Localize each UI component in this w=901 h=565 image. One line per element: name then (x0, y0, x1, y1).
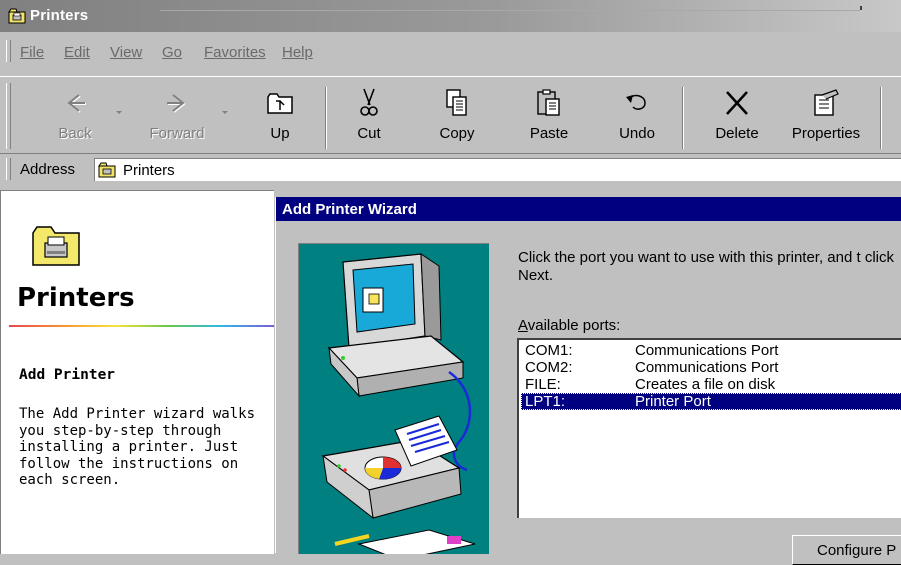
port-name: FILE: (525, 376, 561, 393)
port-description: Communications Port (635, 359, 779, 376)
cut-label: Cut (357, 125, 381, 142)
address-grip[interactable] (6, 158, 11, 180)
title-divider (160, 10, 860, 11)
title-mark (860, 6, 862, 10)
forward-button[interactable]: Forward (140, 81, 214, 149)
undo-button[interactable]: Undo (612, 81, 662, 149)
up-button[interactable]: Up (255, 81, 305, 149)
panel-subtitle: Add Printer (19, 367, 116, 383)
properties-icon (814, 89, 839, 116)
menu-help[interactable]: Help (282, 44, 313, 61)
copy-label: Copy (439, 125, 475, 142)
window-title-bar[interactable]: Printers (0, 0, 901, 32)
port-name: LPT1: (525, 393, 566, 410)
back-arrow-icon (67, 94, 86, 113)
printers-folder-icon (32, 226, 80, 266)
forward-dropdown-icon[interactable] (222, 111, 228, 114)
toolbar-separator (682, 87, 684, 149)
paste-clipboard-icon (537, 89, 560, 116)
port-row-com1[interactable]: COM1: Communications Port (521, 342, 901, 359)
back-button[interactable]: Back (40, 81, 110, 149)
paste-label: Paste (529, 125, 569, 142)
web-view-panel: Printers Add Printer The Add Printer wiz… (0, 190, 274, 554)
available-ports-label: Available ports: (518, 317, 621, 334)
back-dropdown-icon[interactable] (116, 111, 122, 114)
properties-label: Properties (791, 125, 861, 142)
panel-title: Printers (17, 283, 135, 313)
address-value: Printers (123, 162, 175, 179)
menu-bar: File Edit View Go Favorites Help (0, 38, 901, 64)
menu-file[interactable]: File (20, 44, 44, 61)
port-name: COM2: (525, 359, 573, 376)
add-printer-wizard-dialog: Add Printer Wizard Click the port you wa… (275, 197, 901, 565)
available-ports-listbox[interactable]: COM1: Communications Port COM2: Communic… (517, 338, 901, 518)
toolbar-separator (880, 87, 882, 149)
copy-icon (446, 89, 467, 116)
configure-port-label: Configure P (817, 542, 897, 559)
menu-favorites[interactable]: Favorites (204, 44, 266, 61)
menu-view[interactable]: View (110, 44, 142, 61)
port-row-com2[interactable]: COM2: Communications Port (521, 359, 901, 376)
printer-folder-icon (98, 162, 116, 178)
copy-button[interactable]: Copy (432, 81, 482, 149)
up-label: Up (270, 125, 290, 142)
menu-go[interactable]: Go (162, 44, 182, 61)
toolbar: Back Forward Up Cut Copy Paste Undo Dele… (0, 76, 901, 153)
port-description: Printer Port (635, 393, 711, 410)
configure-port-button[interactable]: Configure P (792, 535, 901, 565)
address-bar: Address Printers (0, 153, 901, 184)
address-label: Address (20, 161, 76, 178)
rainbow-divider (9, 325, 274, 327)
menu-grip[interactable] (6, 40, 11, 62)
port-row-lpt1[interactable]: LPT1: Printer Port (521, 393, 901, 410)
window-title: Printers (30, 7, 89, 24)
panel-description: The Add Printer wizard walks you step-by… (19, 406, 256, 488)
port-row-file[interactable]: FILE: Creates a file on disk (521, 376, 901, 393)
wizard-instruction: Click the port you want to use with this… (518, 249, 895, 284)
wizard-title-bar[interactable]: Add Printer Wizard (276, 197, 901, 221)
computer-printer-illustration-icon (321, 253, 476, 554)
port-name: COM1: (525, 342, 573, 359)
toolbar-separator (325, 87, 327, 149)
printer-folder-icon (8, 8, 26, 24)
forward-label: Forward (149, 125, 205, 142)
delete-x-icon (726, 91, 748, 115)
undo-label: Undo (619, 125, 655, 142)
port-description: Communications Port (635, 342, 779, 359)
wizard-illustration (298, 243, 489, 554)
menu-edit[interactable]: Edit (64, 44, 90, 61)
forward-arrow-icon (167, 94, 186, 113)
toolbar-grip[interactable] (6, 83, 11, 149)
undo-icon (626, 94, 646, 110)
delete-label: Delete (715, 125, 759, 142)
scissors-icon (360, 88, 378, 116)
delete-button[interactable]: Delete (706, 81, 768, 149)
up-folder-icon (267, 93, 293, 114)
wizard-title: Add Printer Wizard (282, 201, 417, 218)
back-label: Back (58, 125, 92, 142)
properties-button[interactable]: Properties (784, 81, 868, 149)
paste-button[interactable]: Paste (522, 81, 576, 149)
port-description: Creates a file on disk (635, 376, 776, 393)
address-field[interactable]: Printers (94, 158, 901, 181)
cut-button[interactable]: Cut (344, 81, 394, 149)
